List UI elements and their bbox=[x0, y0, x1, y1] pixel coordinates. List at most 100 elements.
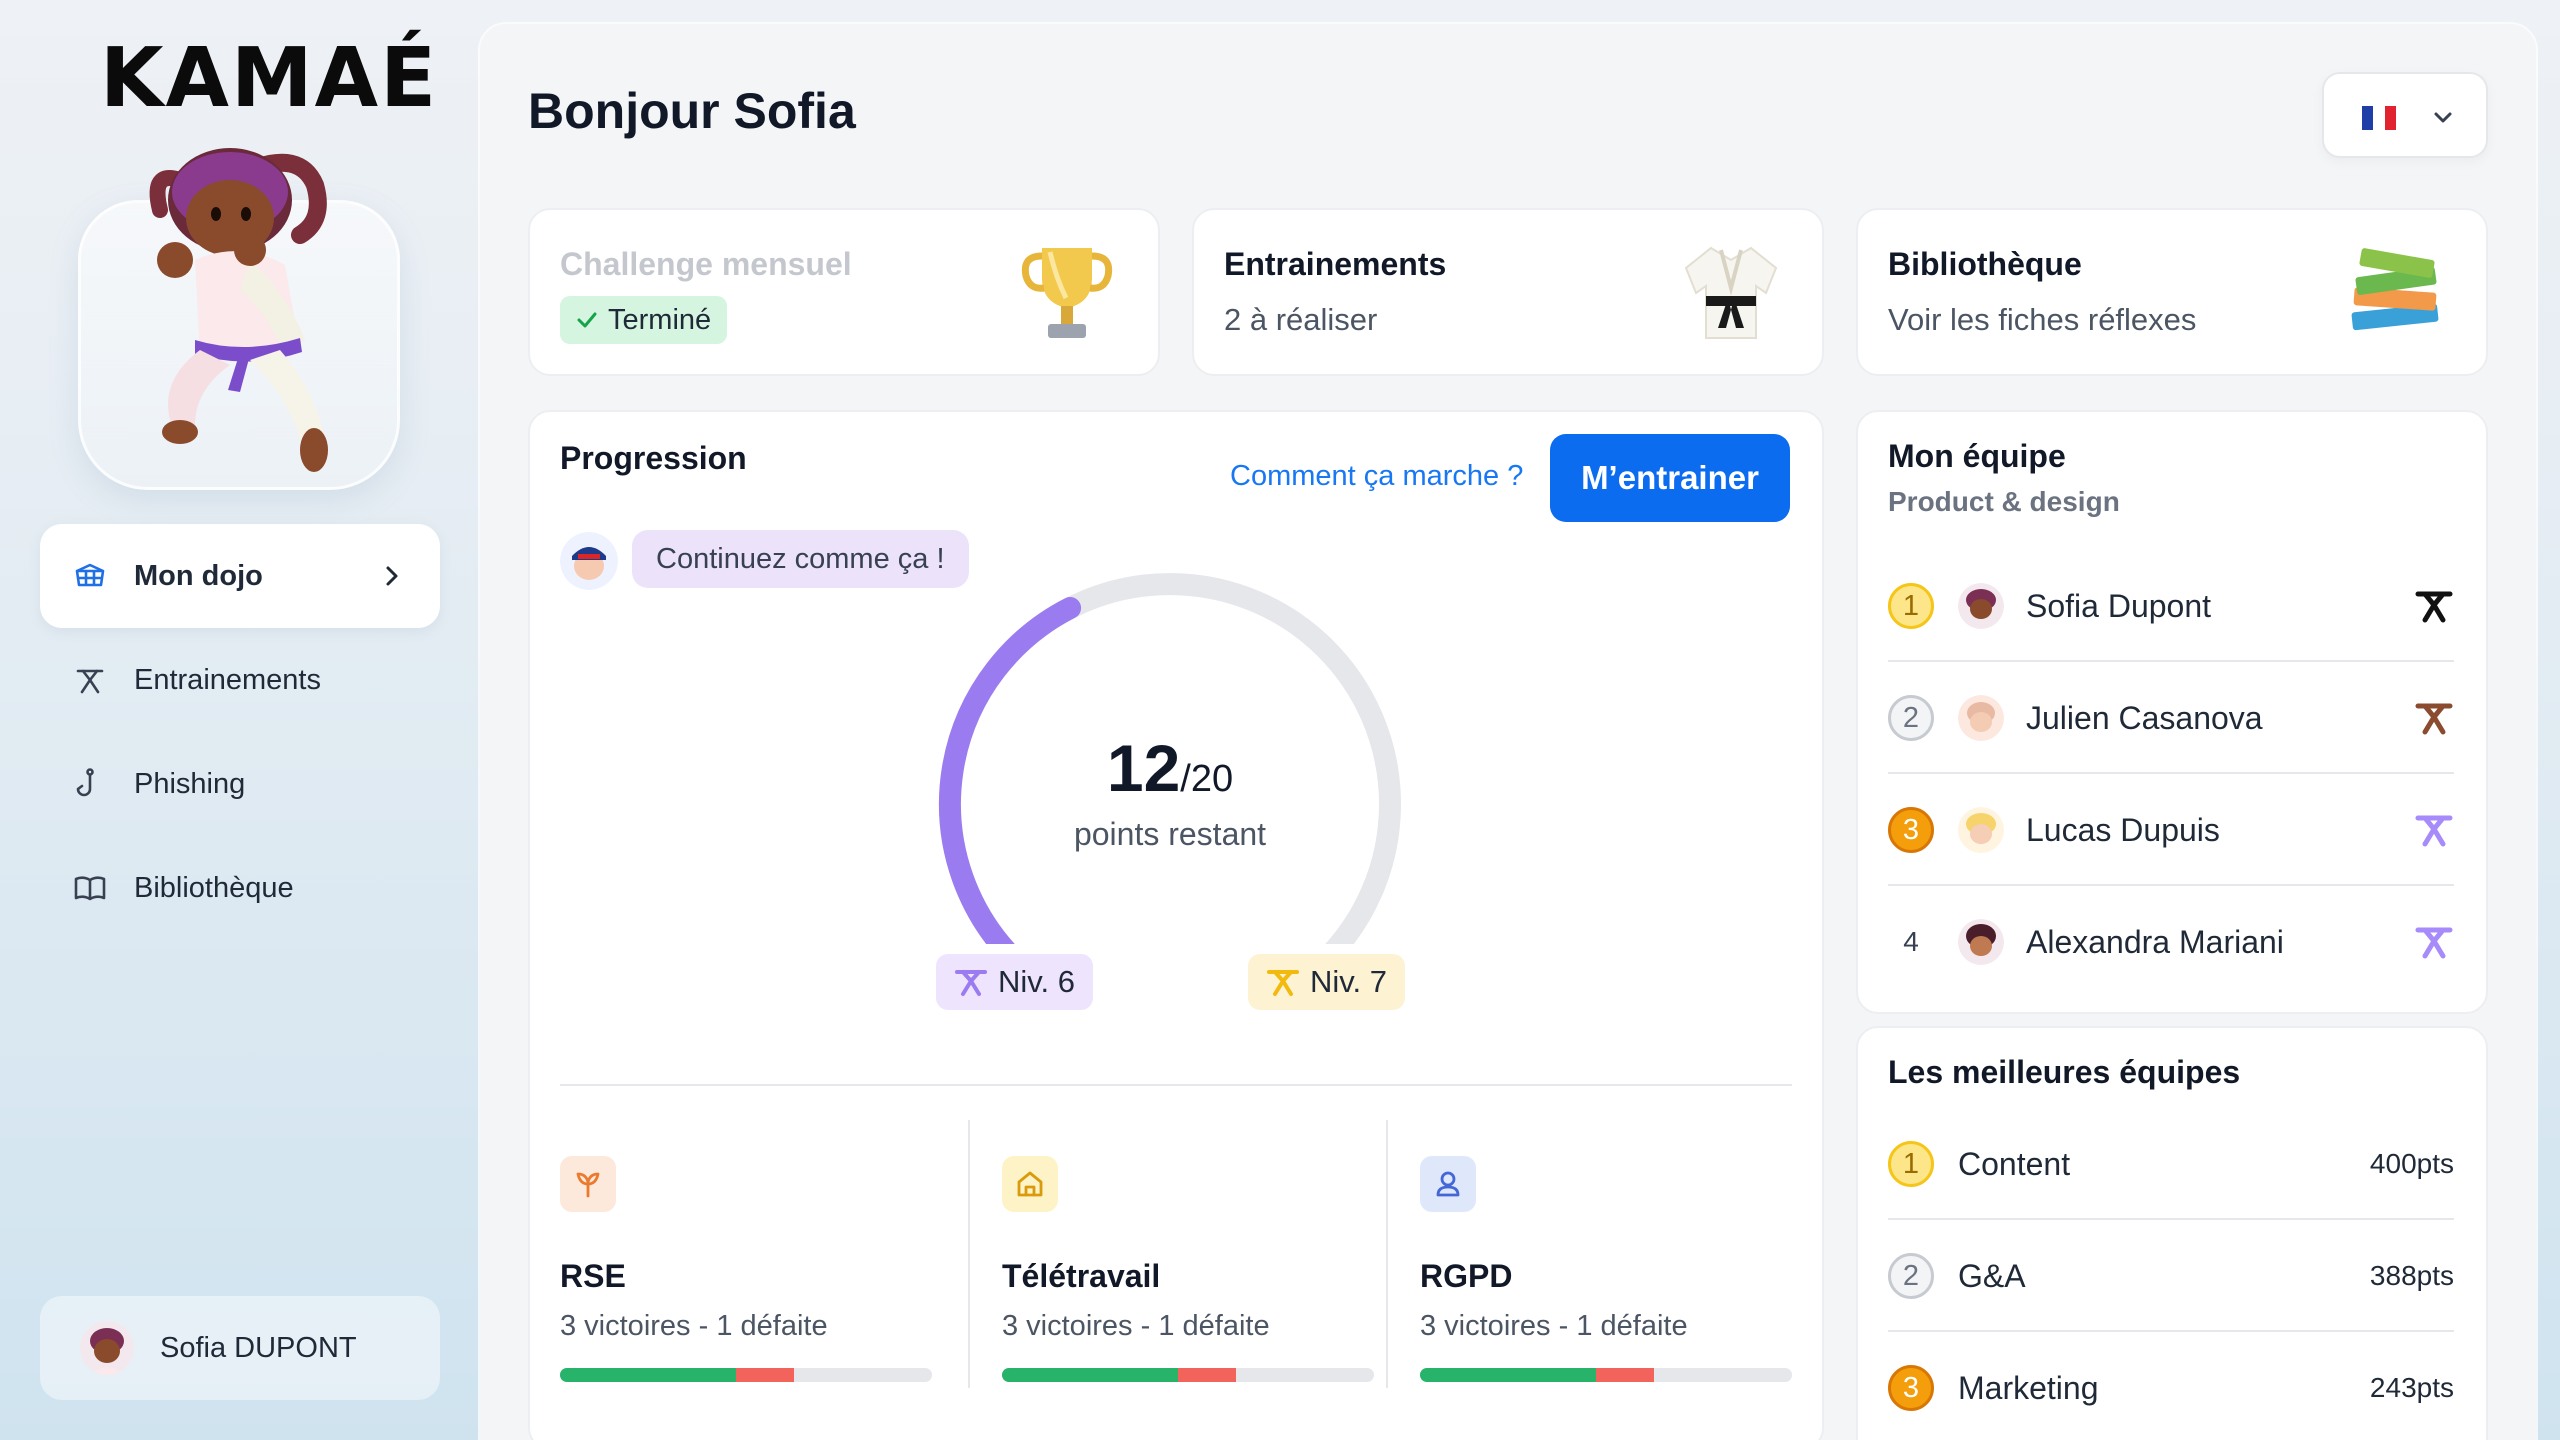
column-divider bbox=[1386, 1120, 1388, 1388]
hook-icon bbox=[72, 766, 108, 802]
sidebar-item-entrainements[interactable]: Entrainements bbox=[40, 628, 440, 732]
sprout-icon bbox=[560, 1156, 616, 1212]
trainings-title: Entrainements bbox=[1224, 246, 1447, 282]
sidebar-item-label: Entrainements bbox=[134, 663, 321, 696]
train-button[interactable]: M’entrainer bbox=[1550, 434, 1790, 522]
level-next-badge: Niv. 7 bbox=[1248, 954, 1405, 1010]
level-current-badge: Niv. 6 bbox=[936, 954, 1093, 1010]
list-item[interactable]: 3 Marketing 243pts bbox=[1888, 1332, 2454, 1440]
divider bbox=[560, 1084, 1792, 1086]
topic-name: RGPD bbox=[1420, 1258, 1513, 1294]
column-divider bbox=[968, 1120, 970, 1388]
avatar bbox=[1958, 919, 2004, 965]
list-item[interactable]: 4 Alexandra Mariani bbox=[1888, 886, 2454, 998]
topic-stats: 3 victoires - 1 défaite bbox=[1002, 1310, 1270, 1342]
team-points: 388pts bbox=[2369, 1260, 2454, 1291]
list-item[interactable]: 1 Content 400pts bbox=[1888, 1108, 2454, 1220]
status-badge: Terminé bbox=[560, 296, 728, 344]
belt-icon bbox=[2415, 927, 2453, 959]
topic-score-bar bbox=[1420, 1368, 1792, 1382]
trophy-icon bbox=[1021, 248, 1113, 338]
avatar bbox=[1958, 583, 2004, 629]
library-title: Bibliothèque bbox=[1888, 246, 2082, 282]
chevron-down-icon bbox=[2434, 112, 2452, 123]
topic-rse[interactable]: RSE 3 victoires - 1 défaite bbox=[560, 1136, 950, 1382]
list-item[interactable]: 3 Lucas Dupuis bbox=[1888, 774, 2454, 886]
wins-segment bbox=[1002, 1368, 1178, 1382]
chevron-right-icon bbox=[386, 566, 398, 586]
sidebar-item-phishing[interactable]: Phishing bbox=[40, 732, 440, 836]
wins-segment bbox=[1420, 1368, 1596, 1382]
sidebar: KAMAÉ Mon dojo Entrainements Phishing Bi… bbox=[0, 0, 470, 1440]
how-it-works-link[interactable]: Comment ça marche ? bbox=[1230, 460, 1523, 493]
rank-badge: 2 bbox=[1888, 1253, 1934, 1299]
rank-badge: 2 bbox=[1888, 695, 1934, 741]
rank-badge: 3 bbox=[1888, 807, 1934, 853]
library-card[interactable]: Bibliothèque Voir les fiches réflexes bbox=[1856, 208, 2488, 376]
list-item[interactable]: 2 G&A 388pts bbox=[1888, 1220, 2454, 1332]
team-name: G&A bbox=[1958, 1257, 2026, 1294]
belt-icon bbox=[2415, 591, 2453, 623]
books-icon bbox=[2351, 248, 2439, 331]
points-total: /20 bbox=[1180, 758, 1234, 800]
topic-score-bar bbox=[560, 1368, 932, 1382]
list-item[interactable]: 1 Sofia Dupont bbox=[1888, 550, 2454, 662]
rank-badge: 1 bbox=[1888, 1141, 1934, 1187]
challenge-card[interactable]: Challenge mensuel Terminé bbox=[528, 208, 1160, 376]
avatar bbox=[1958, 807, 2004, 853]
losses-segment bbox=[1177, 1368, 1237, 1382]
topic-stats: 3 victoires - 1 défaite bbox=[560, 1310, 828, 1342]
check-icon bbox=[577, 312, 597, 328]
library-subtitle: Voir les fiches réflexes bbox=[1888, 302, 2197, 337]
sidebar-item-label: Bibliothèque bbox=[134, 871, 294, 904]
mascot-illustration bbox=[149, 148, 328, 472]
points-label: points restant bbox=[1073, 816, 1267, 852]
user-profile-card[interactable]: Sofia DUPONT bbox=[40, 1296, 440, 1400]
avatar bbox=[80, 1321, 134, 1375]
best-teams-card: Les meilleures équipes 1 Content 400pts … bbox=[1856, 1026, 2488, 1440]
belt-icon bbox=[72, 662, 108, 698]
losses-segment bbox=[735, 1368, 795, 1382]
topic-name: Télétravail bbox=[1002, 1258, 1161, 1294]
team-name: Marketing bbox=[1958, 1369, 2099, 1406]
flag-fr-icon bbox=[2362, 106, 2396, 130]
topic-teletravail[interactable]: Télétravail 3 victoires - 1 défaite bbox=[1002, 1136, 1392, 1382]
topic-rgpd[interactable]: RGPD 3 victoires - 1 défaite bbox=[1420, 1136, 1810, 1382]
team-points: 243pts bbox=[2369, 1372, 2454, 1403]
topic-stats: 3 victoires - 1 défaite bbox=[1420, 1310, 1688, 1342]
member-name: Lucas Dupuis bbox=[2026, 811, 2220, 848]
list-item[interactable]: 2 Julien Casanova bbox=[1888, 662, 2454, 774]
team-points: 400pts bbox=[2369, 1148, 2454, 1179]
rank-badge: 1 bbox=[1888, 583, 1934, 629]
losses-segment bbox=[1595, 1368, 1655, 1382]
team-title: Mon équipe bbox=[1888, 438, 2066, 474]
team-subtitle: Product & design bbox=[1888, 486, 2120, 517]
book-icon bbox=[72, 870, 108, 906]
wins-segment bbox=[560, 1368, 736, 1382]
team-card: Mon équipe Product & design 1 Sofia Dupo… bbox=[1856, 410, 2488, 1014]
user-name: Sofia DUPONT bbox=[160, 1331, 357, 1364]
member-name: Julien Casanova bbox=[2026, 699, 2263, 736]
kimono-icon bbox=[1684, 246, 1778, 339]
sidebar-item-mon-dojo[interactable]: Mon dojo bbox=[40, 524, 440, 628]
rank-badge: 4 bbox=[1903, 926, 1919, 957]
best-teams-title: Les meilleures équipes bbox=[1888, 1054, 2241, 1090]
status-label: Terminé bbox=[608, 303, 712, 336]
encouragement-message: Continuez comme ça ! bbox=[632, 530, 969, 588]
app-logo[interactable]: KAMAÉ bbox=[100, 34, 436, 124]
progression-card: Progression Comment ça marche ? M’entrai… bbox=[528, 410, 1824, 1440]
main-nav: Mon dojo Entrainements Phishing Biblioth… bbox=[40, 524, 440, 940]
belt-icon bbox=[2415, 703, 2453, 735]
member-name: Sofia Dupont bbox=[2026, 587, 2212, 624]
sidebar-item-bibliotheque[interactable]: Bibliothèque bbox=[40, 836, 440, 940]
sidebar-item-label: Mon dojo bbox=[134, 559, 263, 592]
points-value: 12 bbox=[1106, 731, 1181, 805]
points-display: 12/20 bbox=[920, 730, 1420, 806]
team-name: Content bbox=[1958, 1145, 2071, 1182]
challenge-title: Challenge mensuel bbox=[560, 246, 852, 282]
coach-avatar bbox=[560, 532, 618, 590]
member-name: Alexandra Mariani bbox=[2026, 923, 2284, 960]
language-select[interactable] bbox=[2322, 72, 2488, 158]
belt-icon bbox=[955, 970, 987, 996]
trainings-card[interactable]: Entrainements 2 à réaliser bbox=[1192, 208, 1824, 376]
